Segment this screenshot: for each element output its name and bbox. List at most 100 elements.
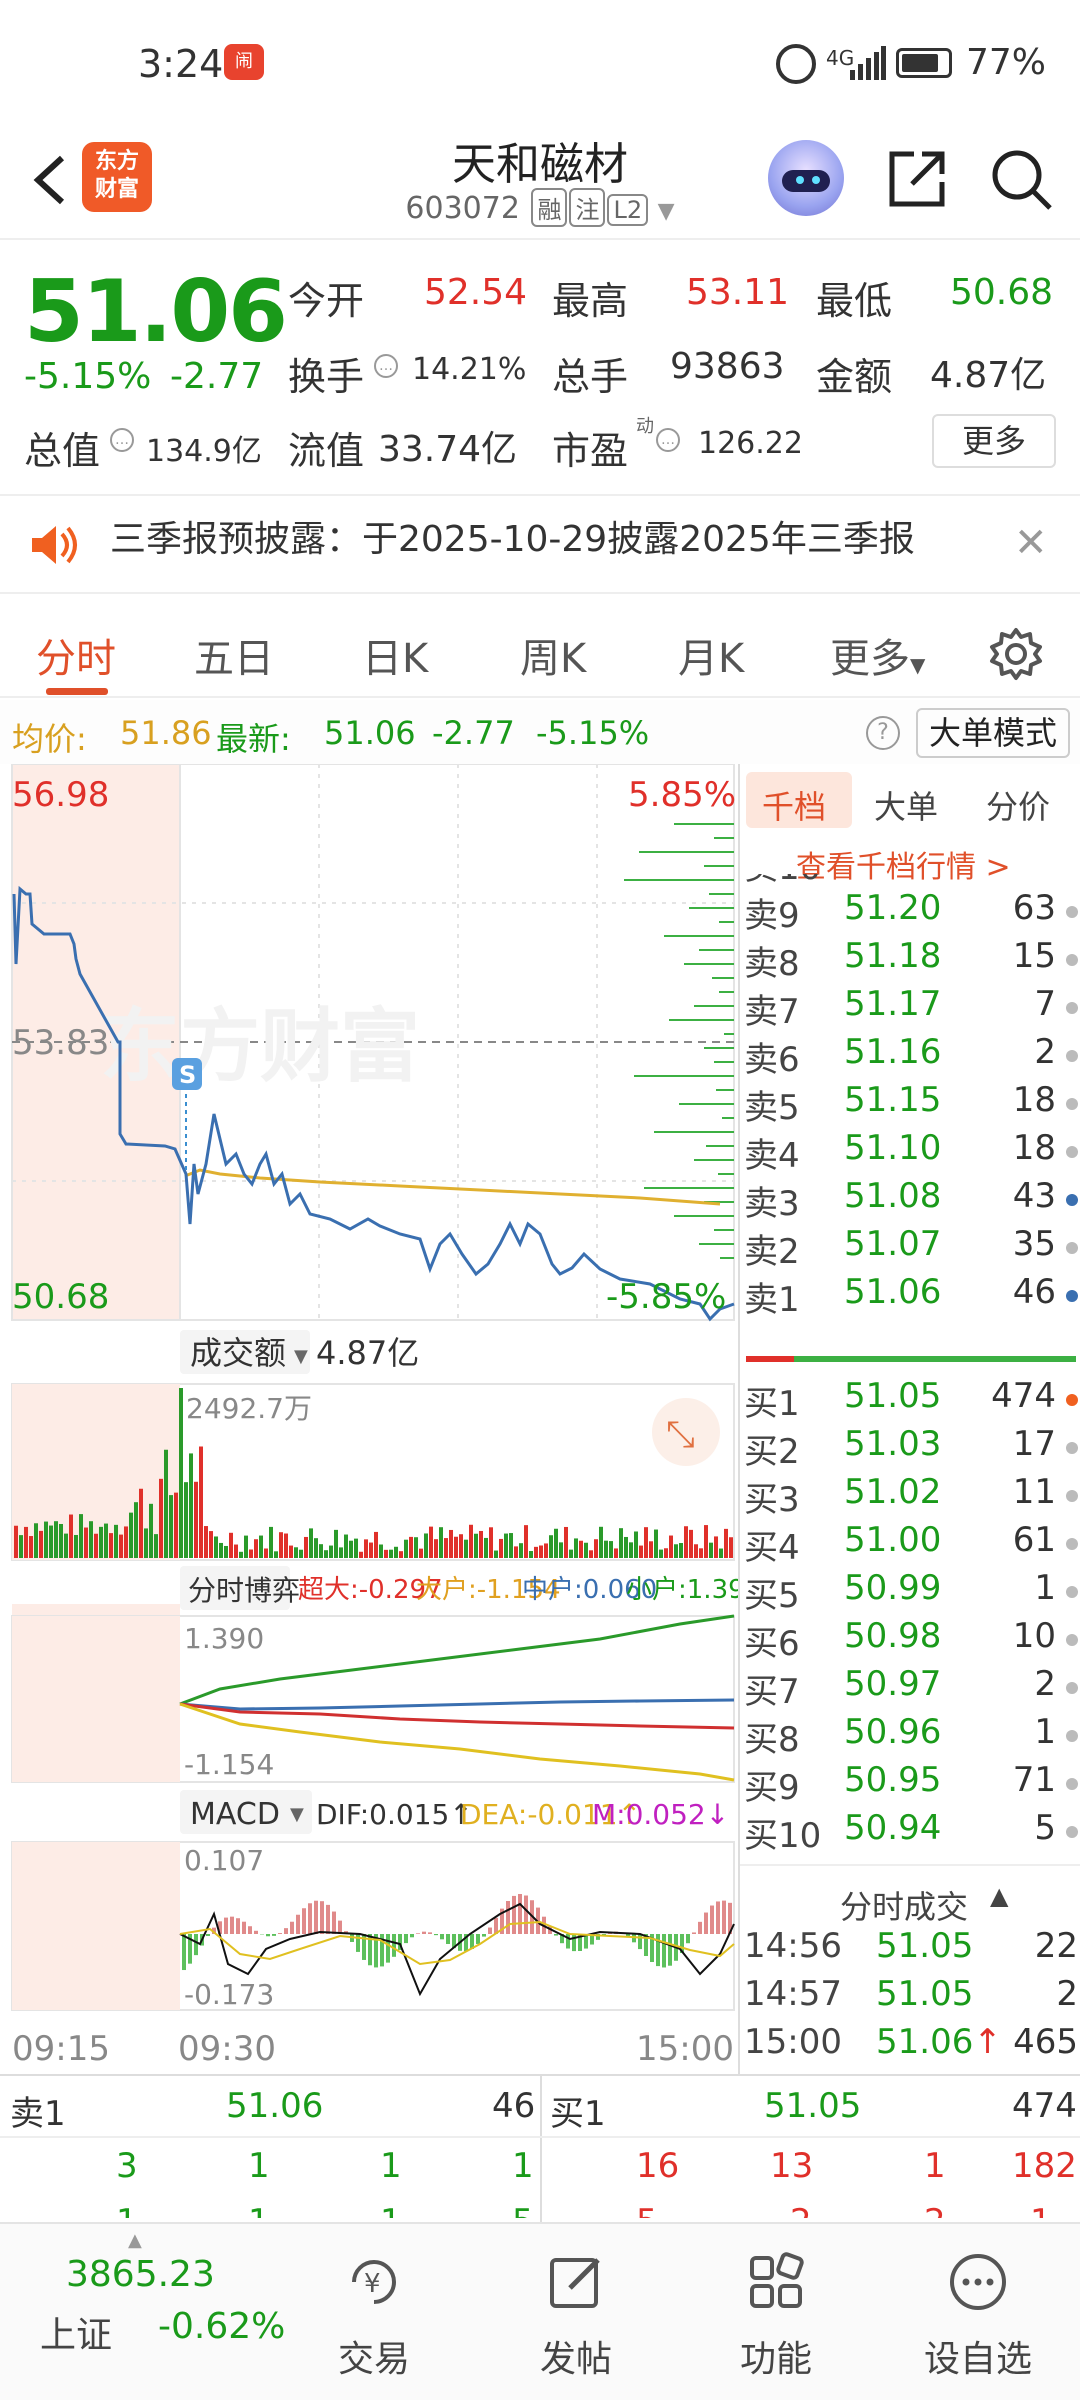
volume-bar [174, 1493, 178, 1558]
book-row[interactable]: 买151.05474 [740, 1376, 1080, 1424]
volume-bar [34, 1523, 38, 1558]
trades-list: 14:5651.052214:5751.05215:0051.06↑465 [740, 1926, 1080, 2076]
book-row[interactable]: 买251.0317 [740, 1424, 1080, 1472]
clock: 3:24 [138, 42, 223, 86]
gear-icon[interactable] [988, 626, 1044, 682]
tab-weekly-k[interactable]: 周K [520, 626, 586, 684]
share-icon[interactable] [884, 146, 950, 212]
volume-bar [554, 1529, 558, 1558]
info-icon[interactable]: … [110, 428, 134, 452]
tab-intraday[interactable]: 分时 [36, 626, 116, 684]
book-row[interactable]: 买451.0061 [740, 1520, 1080, 1568]
speaker-icon [30, 524, 78, 566]
volume-bar [234, 1545, 238, 1558]
intraday-chart-area[interactable]: 东方财富 S 56.98 5.85% 53.83 50.68 -5.85% 成交… [0, 764, 740, 2074]
nav-post[interactable]: 发帖 [516, 2252, 636, 2382]
book-row[interactable]: 卖151.0646 [740, 1272, 1080, 1320]
search-icon[interactable] [988, 146, 1054, 212]
more-button[interactable]: 更多 [932, 414, 1056, 468]
macd-bar [434, 1934, 438, 1935]
book-row[interactable]: 买750.972 [740, 1664, 1080, 1712]
nav-trade-label: 交易 [314, 2330, 434, 2382]
level-volume: 5 [1034, 1808, 1056, 1848]
volume-bar [249, 1549, 253, 1558]
level-dot-icon [1066, 954, 1078, 966]
tab-qiandang[interactable]: 千档 [762, 782, 826, 828]
nav-trade[interactable]: ¥ 交易 [314, 2252, 434, 2382]
tab-price-dist[interactable]: 分价 [986, 782, 1050, 828]
help-icon[interactable]: ? [866, 716, 900, 750]
book-row[interactable]: 卖351.0843 [740, 1176, 1080, 1224]
volume-bar [594, 1539, 598, 1558]
macd-bar [488, 1928, 492, 1934]
volume-bar [459, 1534, 463, 1558]
tab-daily-k[interactable]: 日K [362, 626, 428, 684]
book-row[interactable]: 买351.0211 [740, 1472, 1080, 1520]
book-row[interactable]: 买950.9571 [740, 1760, 1080, 1808]
volume-bar [414, 1537, 418, 1558]
level-volume: 15 [1013, 936, 1056, 976]
volume-bar [59, 1524, 63, 1558]
info-icon[interactable]: … [374, 354, 398, 378]
tab-big-order[interactable]: 大单 [874, 782, 938, 828]
volume-bar [209, 1531, 213, 1558]
volume-bar [439, 1527, 443, 1558]
macd-bar [518, 1894, 522, 1934]
level-volume: 43 [1013, 1176, 1056, 1216]
macd-bar [716, 1901, 720, 1934]
tab-more[interactable]: 更多▼ [830, 626, 925, 684]
flow-top: 1.390 [184, 1622, 264, 1655]
book-row[interactable]: 卖451.1018 [740, 1128, 1080, 1176]
big-order-mode-button[interactable]: 大单模式 [916, 708, 1070, 758]
level-volume: 18 [1013, 1080, 1056, 1120]
nav-functions[interactable]: 功能 [716, 2252, 836, 2382]
book-row[interactable]: 买1050.945 [740, 1808, 1080, 1856]
macd-bar [512, 1896, 516, 1934]
trade-volume: 22 [1035, 1926, 1078, 1966]
book-row[interactable]: 卖951.2063 [740, 888, 1080, 936]
book-row[interactable]: 买550.991 [740, 1568, 1080, 1616]
volume-bar [264, 1548, 268, 1558]
flow-label[interactable]: 分时博弈 [188, 1574, 300, 1607]
book-row[interactable]: 卖251.0735 [740, 1224, 1080, 1272]
volume-bar [494, 1551, 498, 1558]
close-icon[interactable]: ✕ [1014, 520, 1048, 566]
index-ticker[interactable]: ▲ 3865.23 上证 -0.62% [0, 2224, 300, 2402]
level-dot-icon [1066, 1682, 1078, 1694]
flow-mid-line [180, 1700, 734, 1709]
nav-add-watchlist[interactable]: 设自选 [918, 2252, 1038, 2382]
change-percent: -5.15% [24, 356, 151, 397]
ai-assistant-icon[interactable] [768, 140, 844, 216]
book-row[interactable]: 卖551.1518 [740, 1080, 1080, 1128]
volume-bar [284, 1534, 288, 1558]
volume-bar [709, 1543, 713, 1558]
book-row[interactable]: 卖651.162 [740, 1032, 1080, 1080]
tab-five-day[interactable]: 五日 [194, 626, 274, 684]
macd-bar [314, 1901, 318, 1934]
notice-bar[interactable]: 三季报预披露：于2025-10-29披露2025年三季报 ✕ [0, 494, 1080, 594]
buy-queue-item: 13 [770, 2146, 813, 2186]
book-row[interactable]: 卖851.1815 [740, 936, 1080, 984]
macd-bar [482, 1934, 486, 1937]
info-icon[interactable]: … [656, 428, 680, 452]
volume-bar [14, 1526, 18, 1558]
volume-bar [674, 1544, 678, 1558]
macd-bar [410, 1934, 414, 1937]
high-value: 53.11 [686, 272, 789, 313]
book-row[interactable]: 买850.961 [740, 1712, 1080, 1760]
volume-bar [334, 1530, 338, 1558]
volume-bar [684, 1526, 688, 1558]
trades-header[interactable]: 分时成交 [840, 1882, 968, 1928]
macd-label[interactable]: MACD [190, 1797, 280, 1832]
volume-label[interactable]: 成交额 [190, 1334, 286, 1372]
tab-monthly-k[interactable]: 月K [678, 626, 744, 684]
book-row[interactable]: 买650.9810 [740, 1616, 1080, 1664]
macd-bar [224, 1918, 228, 1934]
sell-queue-item: 1 [380, 2146, 402, 2186]
book-row[interactable]: 卖1051.227 [740, 874, 1080, 888]
macd-bar [266, 1934, 270, 1936]
level-dot-icon [1066, 1634, 1078, 1646]
macd-bar [392, 1934, 396, 1957]
volume-bar [654, 1530, 658, 1558]
book-row[interactable]: 卖751.177 [740, 984, 1080, 1032]
